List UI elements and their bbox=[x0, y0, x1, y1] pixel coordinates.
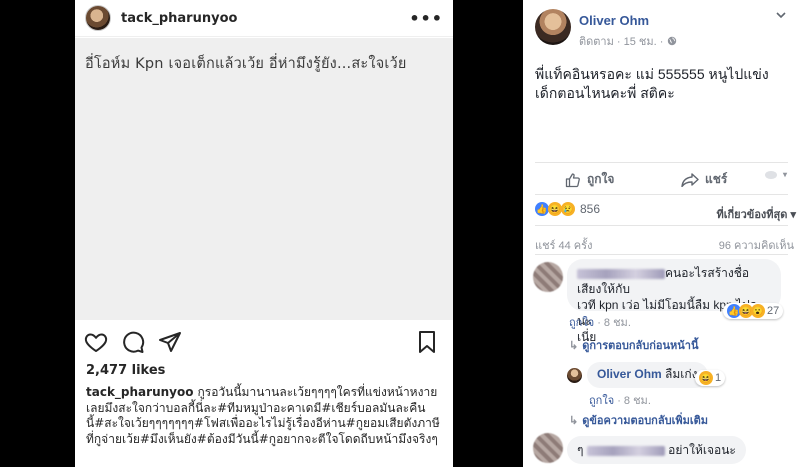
instagram-action-bar bbox=[75, 330, 453, 356]
avatar[interactable] bbox=[533, 433, 563, 463]
comment-icon[interactable] bbox=[121, 330, 145, 354]
instagram-post-image[interactable]: อี่โอห์ม Kpn เจอเต็กแล้วเว้ย อี่ห่ามึงรู… bbox=[75, 38, 453, 320]
comment-time[interactable]: · 8 ชม. bbox=[597, 317, 631, 329]
divider bbox=[535, 194, 788, 195]
reply-like-link[interactable]: ถูกใจ bbox=[589, 395, 614, 407]
avatar[interactable] bbox=[567, 368, 582, 383]
facebook-post: Oliver Ohm ติดตาม · 15 ชม. · พี่แท็คอินห… bbox=[523, 0, 800, 467]
reply-author-name[interactable]: Oliver Ohm bbox=[597, 367, 662, 381]
chevron-down-icon[interactable] bbox=[776, 10, 786, 20]
thumbs-up-icon bbox=[565, 172, 580, 187]
comment-prefix: ๆ bbox=[577, 443, 584, 457]
comment-text: อย่าให้เจอนะ bbox=[668, 443, 736, 457]
sad-reaction-icon: 😢 bbox=[561, 202, 575, 216]
previous-replies-link[interactable]: ↳ ดูการตอบกลับก่อนหน้านี้ bbox=[569, 336, 698, 354]
avatar[interactable] bbox=[535, 9, 571, 45]
reactions-summary[interactable]: 👍 😆 😢 856 bbox=[535, 202, 600, 216]
post-image-text: อี่โอห์ม Kpn เจอเต็กแล้วเว้ย อี่ห่ามึงรู… bbox=[85, 56, 407, 72]
more-dots-icon[interactable]: ••• bbox=[409, 9, 443, 28]
avatar[interactable] bbox=[85, 5, 111, 31]
chevron-down-icon: ▾ bbox=[783, 170, 788, 179]
reply-meta: ถูกใจ · 8 ชม. bbox=[589, 391, 651, 409]
caption-username[interactable]: tack_pharunyoo bbox=[86, 385, 193, 399]
haha-reaction-icon: 😆 bbox=[699, 371, 713, 385]
reply-arrow-icon: ↳ bbox=[569, 414, 579, 427]
instagram-username[interactable]: tack_pharunyoo bbox=[121, 11, 237, 26]
audience-selector[interactable]: ▾ bbox=[765, 170, 787, 179]
comment-reaction-count: 27 bbox=[767, 305, 780, 317]
shares-count[interactable]: แชร์ 44 ครั้ง bbox=[535, 236, 592, 254]
comment-like-link[interactable]: ถูกใจ bbox=[569, 317, 594, 329]
wow-reaction-icon: 😮 bbox=[751, 304, 765, 318]
reply-reaction-count: 1 bbox=[715, 372, 722, 384]
share-icon[interactable] bbox=[158, 330, 182, 354]
reply-arrow-icon: ↳ bbox=[569, 339, 579, 352]
divider bbox=[535, 162, 788, 163]
divider bbox=[535, 225, 788, 226]
bookmark-icon[interactable] bbox=[415, 330, 439, 354]
haha-reaction-icon: 😆 bbox=[548, 202, 562, 216]
post-time[interactable]: · 15 ชม. · bbox=[617, 36, 664, 48]
divider bbox=[535, 254, 788, 255]
reaction-count: 856 bbox=[580, 202, 601, 216]
post-text: พี่แท็คอินหรอคะ แม่ 555555 หนูไปแข่งเด็ก… bbox=[535, 66, 769, 101]
heart-icon[interactable] bbox=[84, 330, 108, 354]
post-meta: ติดตาม · 15 ชม. · bbox=[579, 32, 677, 50]
reply-bubble: Oliver Ohm ลืมเก่ง bbox=[587, 362, 708, 388]
more-replies-link[interactable]: ↳ ดูข้อความตอบกลับเพิ่มเติม bbox=[569, 411, 708, 429]
reply-time[interactable]: · 8 ชม. bbox=[617, 395, 651, 407]
globe-icon bbox=[667, 36, 676, 46]
comment-reactions[interactable]: 👍 😆 😮 27 bbox=[723, 303, 784, 319]
comment-bubble: ๆ อย่าให้เจอนะ bbox=[567, 436, 746, 464]
like-button[interactable]: ถูกใจ bbox=[565, 170, 614, 189]
follow-link[interactable]: ติดตาม bbox=[579, 36, 614, 48]
comment-sort-dropdown[interactable]: ที่เกี่ยวข้องที่สุด ▾ bbox=[717, 205, 796, 223]
comments-count[interactable]: 96 ความคิดเห็น bbox=[719, 236, 794, 254]
instagram-post-header: tack_pharunyoo ••• bbox=[75, 0, 453, 37]
audience-icon bbox=[765, 170, 777, 179]
previous-replies-label: ดูการตอบกลับก่อนหน้านี้ bbox=[582, 340, 699, 352]
comment-meta: ถูกใจ · 8 ชม. bbox=[569, 313, 631, 331]
commenter-name-redacted[interactable] bbox=[577, 268, 665, 279]
instagram-post: tack_pharunyoo ••• อี่โอห์ม Kpn เจอเต็กแ… bbox=[75, 0, 453, 467]
likes-count[interactable]: 2,477 likes bbox=[86, 363, 165, 378]
post-caption: tack_pharunyoo กูรอวันนี้มานานละเว้ยๆๆๆๆใ… bbox=[86, 385, 446, 447]
share-button[interactable]: แชร์ bbox=[681, 170, 727, 189]
share-label: แชร์ bbox=[705, 172, 728, 186]
like-reaction-icon: 👍 bbox=[535, 202, 549, 216]
like-label: ถูกใจ bbox=[587, 172, 615, 186]
reply-reactions[interactable]: 😆 1 bbox=[695, 370, 726, 386]
more-replies-label: ดูข้อความตอบกลับเพิ่มเติม bbox=[582, 415, 708, 427]
commenter-name-redacted[interactable] bbox=[586, 445, 665, 456]
reply-text: ลืมเก่ง bbox=[665, 367, 698, 381]
post-author-name[interactable]: Oliver Ohm bbox=[579, 13, 649, 28]
share-arrow-icon bbox=[681, 172, 699, 187]
avatar[interactable] bbox=[533, 262, 563, 292]
